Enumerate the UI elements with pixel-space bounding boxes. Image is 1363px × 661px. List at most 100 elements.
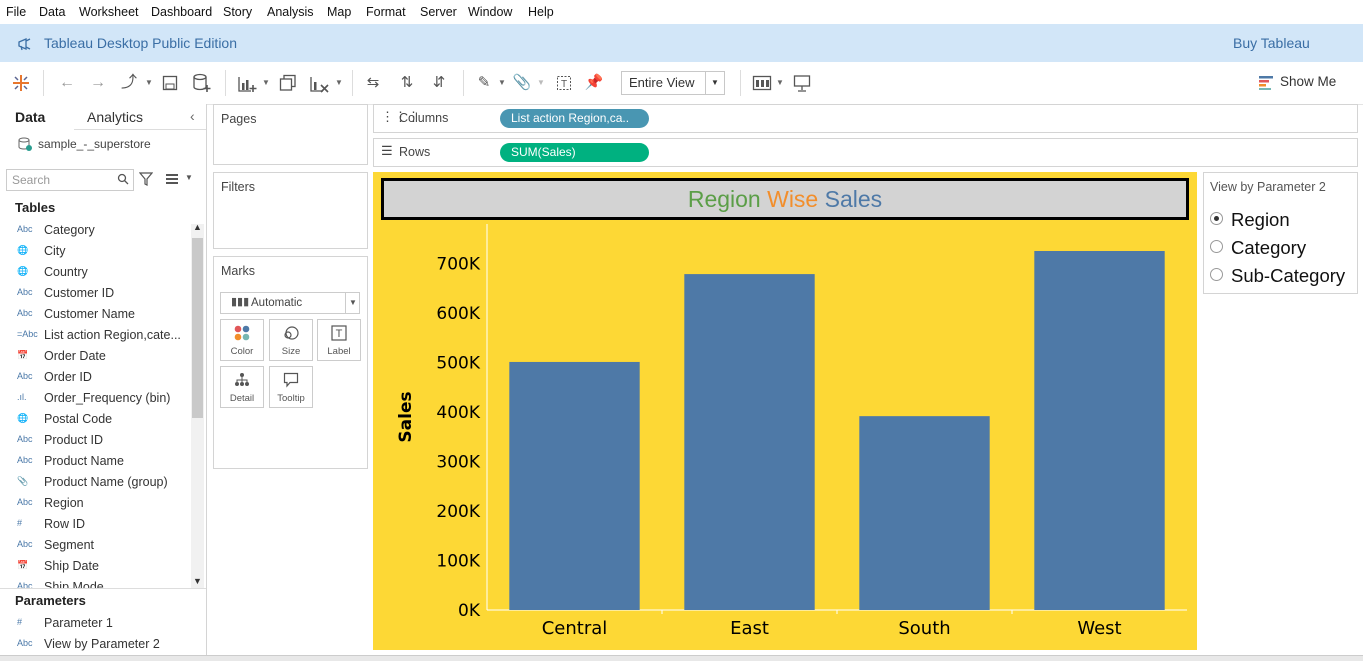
bar-west[interactable] bbox=[1034, 250, 1165, 610]
field-item[interactable]: Abc Category bbox=[0, 220, 190, 241]
field-item[interactable]: 🌐 City bbox=[0, 241, 190, 262]
tooltip-button[interactable]: Tooltip bbox=[269, 366, 313, 408]
field-item[interactable]: Abc Region bbox=[0, 493, 190, 514]
pages-card[interactable]: Pages bbox=[213, 104, 368, 165]
clear-sheet-icon[interactable] bbox=[309, 75, 329, 93]
field-item[interactable]: Abc Product ID bbox=[0, 430, 190, 451]
globe-icon: 🌐 bbox=[17, 413, 29, 423]
bar-east[interactable] bbox=[684, 274, 815, 610]
new-worksheet-icon[interactable] bbox=[237, 75, 257, 93]
forward-arrow-icon[interactable]: → bbox=[87, 73, 109, 93]
collapse-pane-icon[interactable]: ‹ bbox=[190, 108, 195, 124]
field-label: Ship Date bbox=[44, 559, 99, 573]
bar-central[interactable] bbox=[509, 361, 640, 610]
field-item[interactable]: Abc Product Name bbox=[0, 451, 190, 472]
menu-help[interactable]: Help bbox=[528, 5, 554, 19]
field-item[interactable]: 🌐 Country bbox=[0, 262, 190, 283]
menu-file[interactable]: File bbox=[6, 5, 26, 19]
size-button[interactable]: Size bbox=[269, 319, 313, 361]
mark-type-select[interactable]: ▮▮▮ Automatic ▼ bbox=[220, 292, 360, 314]
radio-region[interactable] bbox=[1210, 212, 1223, 225]
new-datasource-icon[interactable] bbox=[193, 73, 211, 93]
swap-rows-columns-icon[interactable]: ⇆ bbox=[362, 73, 384, 93]
scroll-down-icon[interactable]: ▼ bbox=[193, 576, 202, 586]
calculated-string-icon: =Abc bbox=[17, 329, 38, 339]
field-item[interactable]: 📅 Ship Date bbox=[0, 556, 190, 577]
highlight-pen-icon[interactable]: ✎ bbox=[474, 73, 494, 93]
buy-tableau-link[interactable]: Buy Tableau bbox=[1233, 35, 1310, 51]
bar-south[interactable] bbox=[859, 416, 990, 610]
option-label-region: Region bbox=[1231, 209, 1290, 230]
cards-dropdown-icon[interactable]: ▼ bbox=[776, 73, 784, 93]
duplicate-sheet-icon[interactable] bbox=[279, 74, 297, 92]
presentation-mode-icon[interactable] bbox=[793, 74, 811, 92]
scroll-up-icon[interactable]: ▲ bbox=[193, 222, 202, 232]
label-button[interactable]: T Label bbox=[317, 319, 361, 361]
y-tick-label: 500K bbox=[436, 354, 480, 374]
sort-descending-icon[interactable]: ⇵ bbox=[428, 73, 450, 93]
menu-format[interactable]: Format bbox=[366, 5, 406, 19]
string-type-icon: Abc bbox=[17, 224, 33, 234]
field-item[interactable]: Abc Order ID bbox=[0, 367, 190, 388]
radio-category[interactable] bbox=[1210, 240, 1223, 253]
show-me-icon bbox=[1259, 76, 1273, 90]
group-dropdown-icon[interactable]: ▼ bbox=[537, 73, 545, 93]
field-label: Country bbox=[44, 265, 88, 279]
field-item[interactable]: .ıl. Order_Frequency (bin) bbox=[0, 388, 190, 409]
save-icon[interactable] bbox=[162, 75, 178, 91]
megaphone-icon bbox=[18, 38, 31, 51]
columns-shelf[interactable]: ⋮⋮⋮ Columns List action Region,ca.. bbox=[373, 104, 1358, 133]
tableau-logo-icon[interactable] bbox=[12, 74, 30, 92]
new-worksheet-dropdown-icon[interactable]: ▼ bbox=[262, 73, 270, 93]
clear-sheet-dropdown-icon[interactable]: ▼ bbox=[335, 73, 343, 93]
menu-analysis[interactable]: Analysis bbox=[267, 5, 314, 19]
show-labels-icon[interactable]: T bbox=[556, 75, 572, 91]
cards-toggle-icon[interactable] bbox=[752, 75, 772, 91]
color-button[interactable]: Color bbox=[220, 319, 264, 361]
menu-data[interactable]: Data bbox=[39, 5, 65, 19]
filters-card[interactable]: Filters bbox=[213, 172, 368, 249]
back-arrow-icon[interactable]: ← bbox=[56, 73, 78, 93]
detail-icon bbox=[235, 373, 249, 386]
field-item[interactable]: =Abc List action Region,cate... bbox=[0, 325, 190, 346]
mark-type-icon: ▮▮▮ bbox=[231, 296, 250, 308]
menu-map[interactable]: Map bbox=[327, 5, 351, 19]
rows-pill[interactable]: SUM(Sales) bbox=[500, 143, 649, 162]
detail-label: Detail bbox=[229, 393, 255, 404]
pin-icon[interactable]: 📌 bbox=[584, 73, 604, 93]
menu-server[interactable]: Server bbox=[420, 5, 457, 19]
field-item[interactable]: Abc Customer ID bbox=[0, 283, 190, 304]
rows-shelf[interactable]: ☰ Rows SUM(Sales) bbox=[373, 138, 1358, 167]
redo-arrow-icon[interactable]: ⤴ bbox=[118, 73, 140, 93]
parameter-item[interactable]: # Parameter 1 bbox=[0, 613, 190, 634]
menu-story[interactable]: Story bbox=[223, 5, 252, 19]
field-item[interactable]: Abc Segment bbox=[0, 535, 190, 556]
radio-sub-category[interactable] bbox=[1210, 268, 1223, 281]
columns-pill[interactable]: List action Region,ca.. bbox=[500, 109, 649, 128]
fit-view-value: Entire View bbox=[629, 75, 695, 90]
fit-view-select[interactable]: Entire View ▼ bbox=[621, 71, 725, 95]
parameter-item[interactable]: Abc View by Parameter 2 bbox=[0, 634, 190, 655]
field-item[interactable]: # Row ID bbox=[0, 514, 190, 535]
sort-ascending-icon[interactable]: ⇅ bbox=[396, 73, 418, 93]
detail-button[interactable]: Detail bbox=[220, 366, 264, 408]
field-item[interactable]: Abc Ship Mode bbox=[0, 577, 190, 588]
calendar-icon: 📅 bbox=[17, 560, 29, 570]
parameter-label: Parameter 1 bbox=[44, 616, 113, 630]
redo-dropdown-icon[interactable]: ▼ bbox=[145, 73, 153, 93]
highlight-dropdown-icon[interactable]: ▼ bbox=[498, 73, 506, 93]
field-item[interactable]: 📅 Order Date bbox=[0, 346, 190, 367]
data-pane: Data Analytics ‹ sample_-_superstore Sea… bbox=[0, 104, 207, 660]
edition-banner: Tableau Desktop Public Edition Buy Table… bbox=[0, 24, 1363, 62]
y-tick-label: 400K bbox=[436, 403, 480, 423]
parameter-control-card: View by Parameter 2 Region Category Sub-… bbox=[1203, 172, 1358, 294]
label-icon: T bbox=[331, 325, 347, 341]
field-item[interactable]: 🌐 Postal Code bbox=[0, 409, 190, 430]
field-item[interactable]: Abc Customer Name bbox=[0, 304, 190, 325]
menu-window[interactable]: Window bbox=[468, 5, 512, 19]
menu-worksheet[interactable]: Worksheet bbox=[79, 5, 139, 19]
field-list-scrollbar[interactable]: ▲ ▼ bbox=[191, 222, 204, 588]
menu-dashboard[interactable]: Dashboard bbox=[151, 5, 212, 19]
group-paperclip-icon[interactable]: 📎 bbox=[512, 73, 532, 93]
field-item[interactable]: 📎 Product Name (group) bbox=[0, 472, 190, 493]
